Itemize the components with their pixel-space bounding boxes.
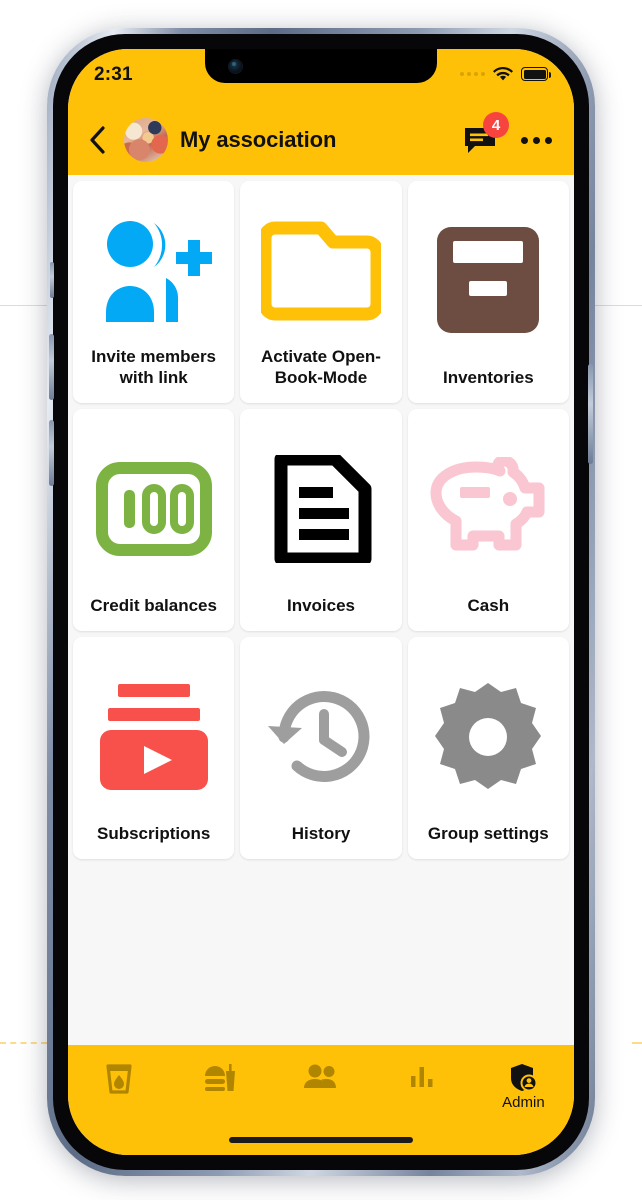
- nav-item-statistics[interactable]: [372, 1063, 473, 1091]
- signal-dots-icon: [460, 72, 485, 76]
- fast-food-icon: [204, 1064, 235, 1091]
- home-indicator[interactable]: [229, 1137, 413, 1143]
- tile-label: Invoices: [286, 596, 356, 616]
- tile-label: Group settings: [427, 824, 549, 844]
- admin-shield-icon: [511, 1064, 538, 1092]
- nav-item-admin[interactable]: Admin: [473, 1063, 574, 1110]
- back-chevron-icon: [90, 126, 105, 154]
- tile-subscriptions[interactable]: Subscriptions: [73, 637, 235, 859]
- tile-icon-wrap: [246, 651, 395, 823]
- status-clock: 2:31: [94, 64, 133, 85]
- phone-bezel: 2:31 My association 4 Invite members wit…: [49, 34, 593, 1170]
- avatar[interactable]: [124, 118, 168, 162]
- tile-cash[interactable]: Cash: [407, 409, 569, 631]
- nav-label: Admin: [502, 1094, 545, 1111]
- app-bar: My association 4: [68, 105, 574, 175]
- status-indicators: [460, 65, 551, 83]
- tile-label: Activate Open-Book-Mode: [261, 346, 381, 388]
- archive-box-icon: [437, 227, 540, 334]
- nav-item-food[interactable]: [169, 1063, 270, 1097]
- bar-chart-icon: [411, 1067, 433, 1087]
- volume-down-button[interactable]: [49, 420, 54, 486]
- person-add-icon: [105, 221, 212, 323]
- more-options-icon: [521, 136, 528, 144]
- tile-invoices[interactable]: Invoices: [240, 409, 402, 631]
- front-camera-icon: [229, 60, 242, 73]
- chat-button[interactable]: 4: [463, 112, 509, 156]
- tile-icon-wrap: [246, 423, 395, 595]
- silence-switch[interactable]: [50, 262, 54, 298]
- tile-inventories[interactable]: Inventories: [407, 181, 569, 403]
- tile-label: Cash: [467, 596, 510, 616]
- tile-icon-wrap: [79, 195, 228, 346]
- banknote-100-icon: [95, 462, 212, 557]
- gear-icon: [435, 683, 542, 790]
- tile-icon-wrap: [414, 423, 563, 595]
- tile-icon-wrap: [79, 651, 228, 823]
- tile-icon-wrap: [79, 423, 228, 595]
- tile-icon-wrap: [414, 195, 563, 367]
- drink-glass-icon: [105, 1064, 132, 1094]
- power-button[interactable]: [588, 364, 593, 464]
- tile-label: Inventories: [442, 368, 534, 388]
- wifi-icon: [493, 66, 513, 80]
- folder-open-icon: [260, 221, 381, 321]
- tile-label: Credit balances: [90, 596, 217, 616]
- people-icon: [304, 1064, 336, 1088]
- more-options-button[interactable]: [521, 136, 552, 144]
- history-clock-icon: [267, 691, 370, 783]
- tile-icon-wrap: [414, 651, 563, 823]
- nav-item-drinks[interactable]: [68, 1063, 169, 1097]
- notch: [205, 49, 437, 83]
- phone-screen: 2:31 My association 4 Invite members wit…: [68, 49, 574, 1155]
- back-button[interactable]: [82, 125, 112, 155]
- tile-label: Subscriptions: [96, 824, 211, 844]
- battery-full-icon: [521, 67, 551, 81]
- tile-icon-wrap: [246, 195, 395, 346]
- bottom-navigation: Admin: [68, 1045, 574, 1155]
- tile-open-book-mode[interactable]: Activate Open-Book-Mode: [240, 181, 402, 403]
- page-title: My association: [180, 127, 337, 152]
- tile-label: History: [291, 824, 351, 844]
- nav-item-people[interactable]: [270, 1063, 371, 1093]
- volume-up-button[interactable]: [49, 334, 54, 400]
- tile-group-settings[interactable]: Group settings: [407, 637, 569, 859]
- main-content: Invite members with link Activate Open-B…: [68, 175, 574, 1045]
- document-lines-icon: [274, 455, 372, 564]
- tile-credit-balances[interactable]: Credit balances: [73, 409, 235, 631]
- chat-badge: 4: [483, 112, 509, 138]
- phone-frame: 2:31 My association 4 Invite members wit…: [47, 28, 595, 1176]
- tile-label: Invite members with link: [91, 346, 217, 388]
- subscriptions-play-icon: [99, 684, 208, 791]
- background-dashed-line-right: [632, 1042, 642, 1044]
- feature-grid: Invite members with link Activate Open-B…: [68, 175, 574, 859]
- tile-invite-members[interactable]: Invite members with link: [73, 181, 235, 403]
- piggy-bank-icon: [430, 457, 545, 551]
- tile-history[interactable]: History: [240, 637, 402, 859]
